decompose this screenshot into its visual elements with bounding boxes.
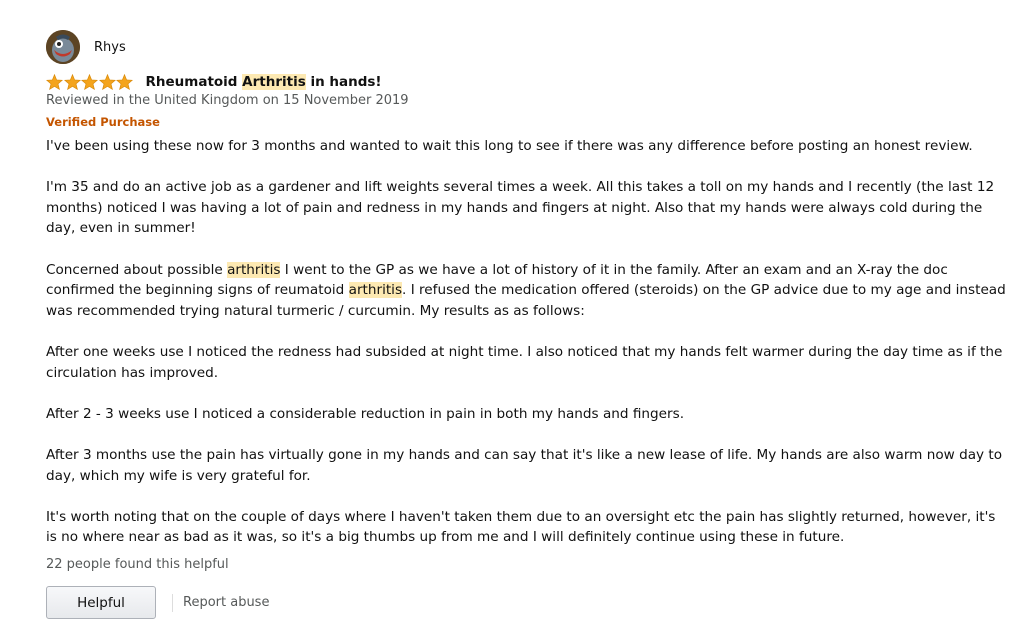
- avatar-icon[interactable]: [46, 30, 80, 64]
- keyword-highlight: arthritis: [348, 282, 403, 299]
- star-icon: [46, 74, 63, 90]
- review-paragraph: Concerned about possible arthritis I wen…: [46, 260, 1006, 322]
- star-icon: [98, 74, 116, 90]
- review-date: Reviewed in the United Kingdom on 15 Nov…: [46, 93, 409, 108]
- review-title-row: Rheumatoid Arthritis in hands!: [46, 72, 382, 92]
- review-paragraph: After 2 - 3 weeks use I noticed a consid…: [46, 405, 685, 422]
- review-text: Concerned about possible: [46, 261, 228, 278]
- review-title-text[interactable]: Rheumatoid: [146, 74, 243, 90]
- star-icon: [116, 74, 133, 90]
- divider: [172, 593, 173, 612]
- star-icon: [81, 74, 98, 90]
- review-paragraph: It's worth noting that on the couple of …: [46, 508, 996, 546]
- review-paragraph: I'm 35 and do an active job as a gardene…: [46, 179, 995, 237]
- reviewer-profile[interactable]: Rhys: [46, 30, 126, 64]
- review-paragraph: After 3 months use the pain has virtuall…: [46, 446, 1003, 484]
- report-abuse-link[interactable]: Report abuse: [183, 595, 269, 610]
- star-rating[interactable]: [46, 74, 134, 90]
- helpful-button[interactable]: Helpful: [46, 586, 156, 619]
- reviewer-name[interactable]: Rhys: [94, 40, 126, 55]
- helpful-count: 22 people found this helpful: [46, 557, 229, 572]
- review-title-highlight[interactable]: Arthritis: [242, 74, 306, 90]
- review-card: Rhys Rheumatoid Arthritis in hands! Revi…: [0, 0, 1024, 620]
- keyword-highlight: arthritis: [227, 261, 281, 278]
- review-title[interactable]: Rheumatoid Arthritis in hands!: [146, 74, 382, 90]
- review-body: I've been using these now for 3 months a…: [46, 136, 1006, 568]
- star-icon: [63, 74, 81, 90]
- review-actions: Helpful Report abuse: [46, 586, 269, 619]
- review-paragraph: I've been using these now for 3 months a…: [46, 138, 973, 154]
- verified-purchase-badge[interactable]: Verified Purchase: [46, 115, 160, 129]
- review-paragraph: After one weeks use I noticed the rednes…: [46, 343, 1003, 381]
- review-title-text-end[interactable]: in hands!: [306, 74, 381, 90]
